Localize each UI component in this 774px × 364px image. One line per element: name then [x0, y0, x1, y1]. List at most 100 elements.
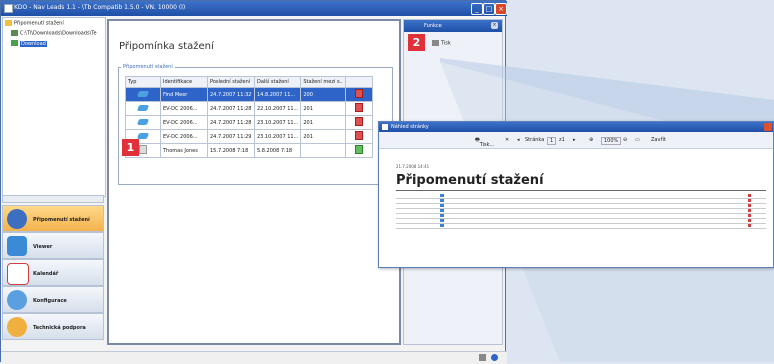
zoom-input[interactable]: 100% [601, 137, 622, 145]
download-icon [136, 132, 150, 139]
confirm-icon[interactable] [354, 145, 363, 154]
reminder-table: Typ Identifikace Poslední stažení Další … [125, 76, 373, 158]
download-icon [440, 199, 444, 202]
nav-item-calendar[interactable]: Kalendář [2, 259, 104, 286]
preview-toolbar: 🖶 Tisk... ✕ ◂ Stránka 1 z1 ▸ ⊕ 100% ⊖ ▭ … [379, 132, 773, 149]
print-date: 21.7.2008 14:41 [396, 164, 430, 169]
tree-scrollbar[interactable] [2, 195, 104, 203]
delete-icon [748, 219, 751, 222]
heading-rule [396, 190, 766, 191]
printer-icon [432, 40, 439, 46]
print-action[interactable]: Tisk [432, 40, 451, 47]
delete-icon[interactable] [354, 89, 363, 98]
page-setup-icon[interactable]: ▭ [635, 137, 640, 143]
download-icon [11, 40, 18, 46]
content-panel: Připomínka stažení Připomenutí stažení T… [107, 19, 401, 345]
delete-icon [748, 214, 751, 217]
print-preview-window: Náhled stránky 🖶 Tisk... ✕ ◂ Stránka 1 z… [378, 121, 774, 268]
clock-icon [7, 209, 27, 229]
delete-icon[interactable] [354, 131, 363, 140]
app-icon [4, 4, 13, 13]
folder-icon [5, 20, 12, 26]
cell-last: 24.7.2007 11:32 [207, 87, 255, 102]
cell-next: 5.8.2008 7:18 [253, 143, 302, 158]
page-input[interactable]: 1 [547, 137, 557, 145]
zoom-in-icon[interactable]: ⊕ [589, 137, 593, 143]
tree-item-download[interactable]: Download [11, 40, 47, 47]
app-icon [382, 124, 388, 130]
close-icon[interactable]: × [491, 22, 498, 29]
info-icon [491, 354, 498, 361]
support-icon [7, 317, 27, 337]
nav-item-configuration[interactable]: Konfigurace [2, 286, 104, 313]
action-cell [344, 101, 373, 116]
page-label: Stránka [525, 137, 545, 143]
cell-between: 200 [300, 87, 346, 102]
type-cell [125, 101, 161, 116]
tree-item-root[interactable]: Připomenutí stažení [5, 20, 64, 27]
download-icon [440, 214, 444, 217]
delete-icon [748, 224, 751, 227]
functions-header: Funkce × [404, 20, 502, 32]
download-icon [440, 224, 444, 227]
table-row[interactable]: EV-DC 2006... 24.7.2007 11:28 23.10.2007 1… [125, 115, 373, 130]
cell-id: Thomas Jones [160, 143, 208, 158]
close-button[interactable]: × [495, 3, 507, 15]
delete-icon[interactable] [354, 117, 363, 126]
window-title: KDO - Nav Leads 1.1 - \Tb Compatib 1.5.0… [14, 4, 186, 11]
close-preview-button[interactable]: Zavřít [651, 137, 666, 143]
action-cell [344, 143, 373, 158]
table-row[interactable]: EV-DC 2006... 24.7.2007 11:29 23.10.2007 1… [125, 129, 373, 144]
print-button[interactable]: 🖶 Tisk... [475, 137, 494, 148]
delete-icon[interactable] [354, 103, 363, 112]
table-row[interactable]: Thomas Jones 15.7.2008 7:18 5.8.2008 7:18 [125, 143, 373, 158]
zoom-out-icon[interactable]: ⊖ [623, 137, 627, 143]
action-cell [344, 129, 373, 144]
column-header [344, 76, 373, 88]
cell-between: 201 [300, 115, 346, 130]
cell-id: EV-DC 2006... [160, 101, 208, 116]
delete-icon [748, 194, 751, 197]
table-row[interactable]: EV-DC 2006... 24.7.2007 11:28 22.10.2007 1… [125, 101, 373, 116]
close-x-icon[interactable]: ✕ [505, 137, 509, 143]
column-header[interactable]: Další stažení [253, 76, 302, 88]
download-icon [136, 118, 150, 125]
next-page-button[interactable]: ▸ [573, 137, 576, 143]
nav-item-reminders[interactable]: Připomenutí stažení [2, 205, 104, 232]
title-bar: KDO - Nav Leads 1.1 - \Tb Compatib 1.5.0… [1, 1, 507, 16]
action-cell [344, 87, 373, 102]
preview-title-bar: Náhled stránky [379, 122, 773, 132]
close-button[interactable] [764, 123, 772, 131]
download-icon [440, 219, 444, 222]
cell-next: 14.8.2007 11... [253, 87, 302, 102]
minimize-button[interactable]: _ [471, 3, 483, 15]
folder-icon [11, 30, 18, 36]
prev-page-button[interactable]: ◂ [517, 137, 520, 143]
group-label: Připomenutí stažení [121, 64, 175, 70]
cell-next: 23.10.2007 11... [253, 115, 302, 130]
cell-last: 15.7.2008 7:18 [207, 143, 255, 158]
delete-icon [748, 209, 751, 212]
cell-id: EV-DC 2006... [160, 129, 208, 144]
printer-status-icon [479, 354, 486, 361]
callout-badge-2: 2 [408, 34, 425, 51]
type-cell [125, 115, 161, 130]
nav-item-viewer[interactable]: Viewer [2, 232, 104, 259]
cell-last: 24.7.2007 11:28 [207, 115, 255, 130]
column-header[interactable]: Stažení mezi s.. [300, 76, 346, 88]
nav-item-support[interactable]: Technická podpora [2, 313, 104, 340]
calendar-icon [7, 263, 29, 285]
preview-row [396, 224, 766, 229]
tree-item-path[interactable]: C:\Tl\Downloads\Downloads\Te [11, 30, 97, 37]
download-icon [440, 194, 444, 197]
callout-badge-1: 1 [122, 139, 139, 156]
action-cell [344, 115, 373, 130]
cell-between: 201 [300, 101, 346, 116]
column-header[interactable]: Poslední stažení [207, 76, 255, 88]
page-title: Připomínka stažení [119, 41, 214, 52]
table-row[interactable]: Find Meer 24.7.2007 11:32 14.8.2007 11... 2… [125, 87, 373, 102]
column-header[interactable]: Identifikace [160, 76, 208, 88]
column-header[interactable]: Typ [125, 76, 161, 88]
maximize-button[interactable]: □ [483, 3, 495, 15]
download-icon [136, 90, 150, 97]
